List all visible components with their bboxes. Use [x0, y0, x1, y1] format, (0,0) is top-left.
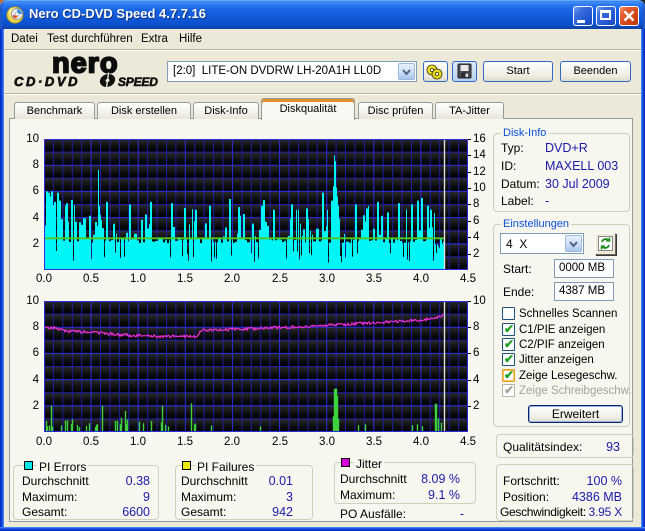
svg-text:SPEED: SPEED	[118, 75, 158, 89]
svg-text:CD·DVD: CD·DVD	[14, 74, 80, 89]
